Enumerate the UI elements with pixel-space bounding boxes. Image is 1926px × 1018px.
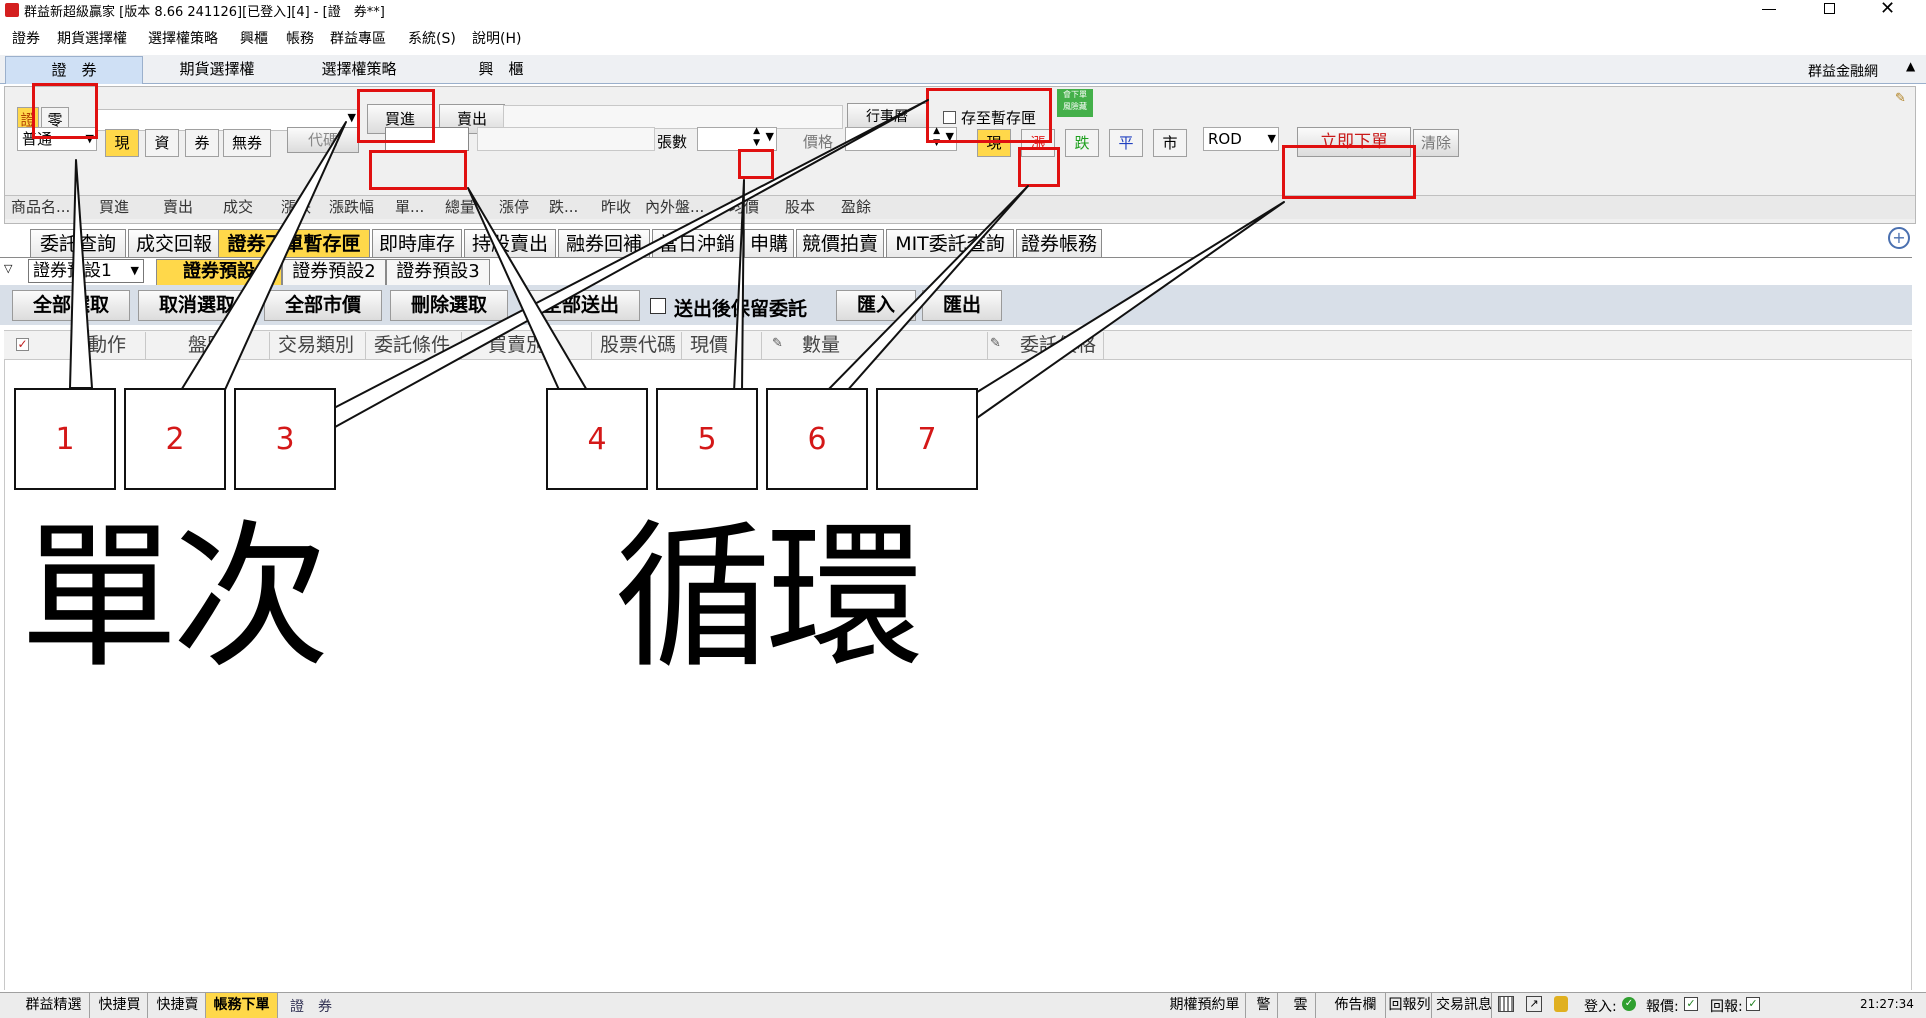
callout-1: 1 — [14, 388, 116, 490]
reply-ok-icon: ✓ — [1746, 997, 1760, 1011]
leader-2 — [179, 121, 347, 393]
status-reply-label: 回報: — [1710, 999, 1743, 1015]
status-current-module: 證 券 — [290, 999, 332, 1015]
label-cycle: 循環 — [614, 506, 924, 690]
leader-1 — [69, 159, 93, 389]
callout-2: 2 — [124, 388, 226, 490]
label-single: 單次 — [20, 506, 330, 690]
status-quote-label: 報價: — [1646, 999, 1679, 1015]
status-tab-account-order[interactable]: 帳務下單 — [206, 993, 278, 1018]
status-login-label: 登入: — [1584, 999, 1617, 1015]
status-tab-quick-sell[interactable]: 快捷賣 — [150, 993, 206, 1018]
status-trade-messages[interactable]: 交易訊息 — [1436, 993, 1492, 1018]
quote-ok-icon: ✓ — [1684, 997, 1698, 1011]
status-bulletin[interactable]: 佈告欄 — [1326, 993, 1386, 1018]
status-alert[interactable]: 警 — [1250, 993, 1278, 1018]
lock-icon[interactable] — [1554, 996, 1568, 1012]
status-option-reservation[interactable]: 期權預約單 — [1164, 993, 1246, 1018]
leader-5 — [733, 179, 745, 393]
callout-3: 3 — [234, 388, 336, 490]
status-report-list[interactable]: 回報列 — [1388, 993, 1432, 1018]
status-clock: 21:27:34 — [1860, 997, 1914, 1011]
status-tab-quick-buy[interactable]: 快捷買 — [92, 993, 148, 1018]
leader-6 — [825, 185, 1029, 393]
callout-7: 7 — [876, 388, 978, 490]
callout-6: 6 — [766, 388, 868, 490]
status-cloud[interactable]: 雲 — [1286, 993, 1316, 1018]
status-tab-featured[interactable]: 群益精選 — [18, 993, 90, 1018]
calculator-icon[interactable] — [1498, 996, 1514, 1012]
status-bar — [0, 992, 1926, 1018]
callout-5: 5 — [656, 388, 758, 490]
leader-7 — [973, 201, 1285, 421]
callout-4: 4 — [546, 388, 648, 490]
login-ok-icon: ✓ — [1622, 997, 1636, 1011]
popout-icon[interactable]: ↗ — [1526, 996, 1542, 1012]
